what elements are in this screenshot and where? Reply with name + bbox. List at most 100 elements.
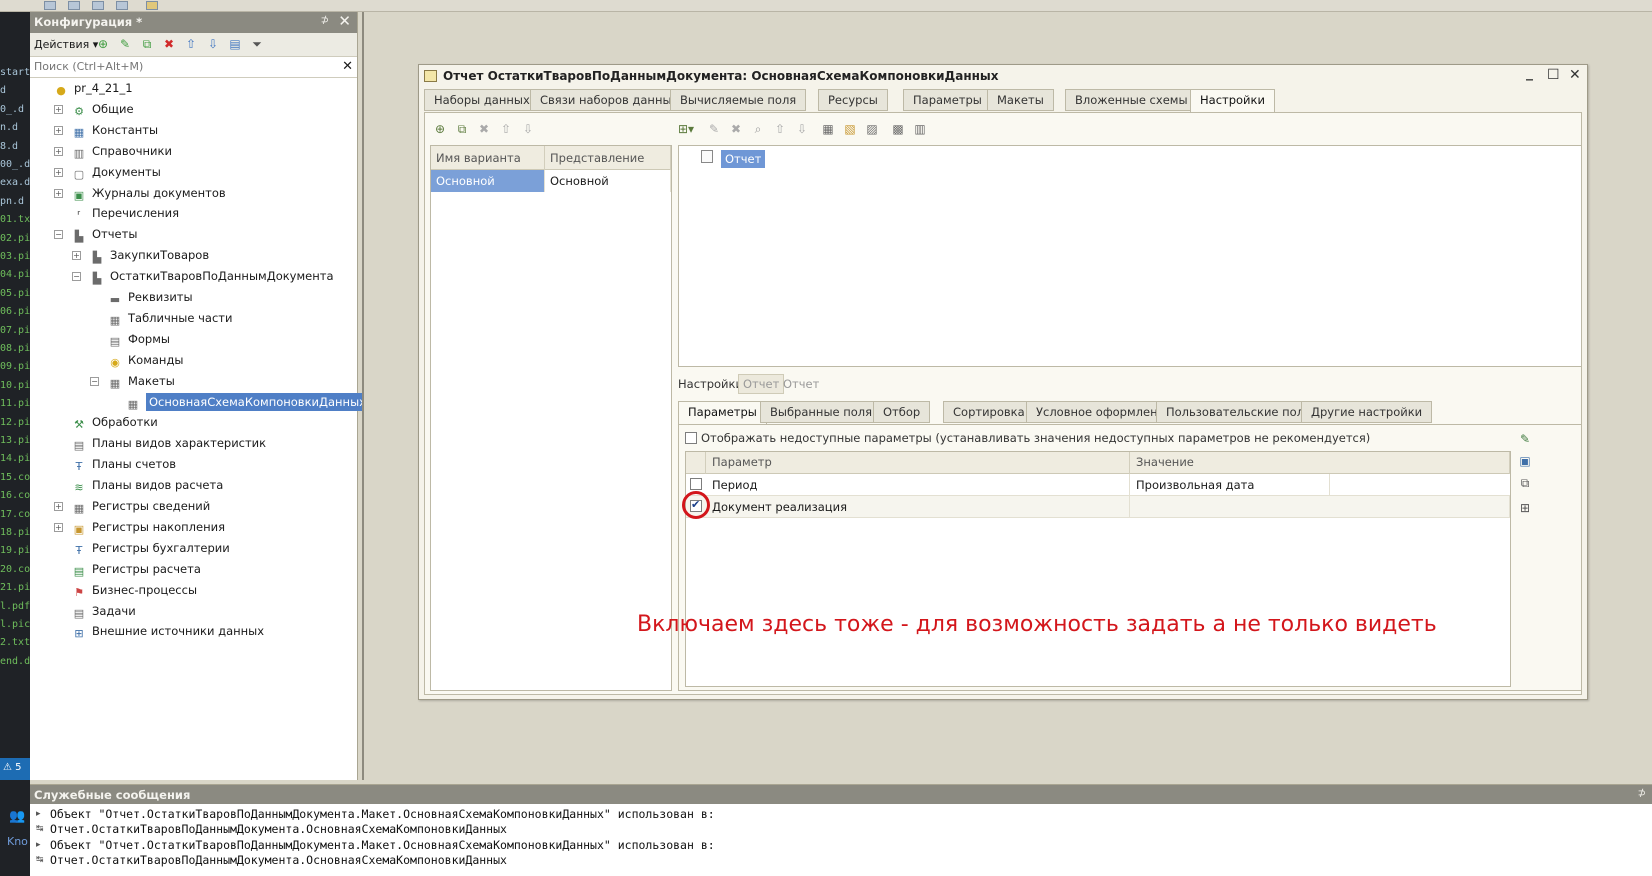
find-icon[interactable]: ⌕ xyxy=(750,121,766,137)
expand-icon[interactable]: + xyxy=(54,104,63,114)
tree-item[interactable]: ● pr_4_21_1 xyxy=(54,78,132,99)
file-item[interactable]: 18.pic. xyxy=(0,527,30,538)
expand-icon[interactable]: + xyxy=(54,125,63,135)
table-row[interactable]: Период Произвольная дата xyxy=(686,474,1510,496)
message-line[interactable]: Отчет.ОстаткиТваровПоДаннымДокумента.Осн… xyxy=(50,853,507,867)
tree-item[interactable]: ▬ Реквизиты xyxy=(108,287,193,308)
variant-name[interactable]: Основной xyxy=(431,170,545,192)
move-down-icon[interactable]: ⇩ xyxy=(520,121,536,137)
pin-icon[interactable]: ⊅ xyxy=(321,15,329,26)
file-item[interactable]: 02.pic. xyxy=(0,233,30,244)
message-line[interactable]: Объект "Отчет.ОстаткиТваровПоДаннымДокум… xyxy=(50,807,715,821)
file-item[interactable]: 15.coc xyxy=(0,472,30,483)
window-tab[interactable]: Связи наборов данных xyxy=(530,89,689,111)
delete-variant-icon[interactable]: ✖ xyxy=(476,121,492,137)
close-window-icon[interactable]: ✕ xyxy=(1569,67,1581,83)
toolbar-icon[interactable] xyxy=(92,1,104,10)
file-item[interactable]: 05.pic. xyxy=(0,288,30,299)
settings-tab[interactable]: Пользовательские поля xyxy=(1156,401,1321,423)
tree-item[interactable]: ⊞ Внешние источники данных xyxy=(72,621,264,642)
tree-item[interactable]: ≋ Планы видов расчета xyxy=(72,475,223,496)
tree-item[interactable]: ⚑ Бизнес-процессы xyxy=(72,580,197,601)
file-item[interactable]: l.pic.jr xyxy=(0,619,30,630)
parameter-value[interactable] xyxy=(1130,496,1510,518)
message-line[interactable]: Объект "Отчет.ОстаткиТваровПоДаннымДокум… xyxy=(50,838,715,852)
maximize-icon[interactable]: ☐ xyxy=(1547,67,1560,83)
parameter-value[interactable]: Произвольная дата xyxy=(1130,474,1330,496)
tree-item[interactable]: Ŧ Регистры бухгалтерии xyxy=(72,538,230,559)
group-icon[interactable]: ▦ xyxy=(820,121,836,137)
tree-item[interactable]: − ▙ ОстаткиТваровПоДаннымДокумента xyxy=(72,266,334,287)
tree-item[interactable]: ◉ Команды xyxy=(108,350,183,371)
tree-item[interactable]: + ▦ Регистры сведений xyxy=(54,496,210,517)
file-item[interactable]: 0_.d xyxy=(0,104,24,115)
move-up-icon[interactable]: ⇧ xyxy=(184,37,198,51)
tree-item[interactable]: + ▣ Регистры накопления xyxy=(54,517,225,538)
add-chart-icon[interactable]: ▥ xyxy=(912,121,928,137)
file-item[interactable]: 19.pic. xyxy=(0,545,30,556)
file-item[interactable]: 10.pic. xyxy=(0,380,30,391)
edit-icon[interactable]: ✎ xyxy=(706,121,722,137)
file-item[interactable]: 16.coc xyxy=(0,490,30,501)
copy-variant-icon[interactable]: ⧉ xyxy=(454,121,470,137)
file-item[interactable]: 06.pic. xyxy=(0,306,30,317)
settings-tab[interactable]: Выбранные поля xyxy=(760,401,883,423)
add-table-icon[interactable]: ▩ xyxy=(890,121,906,137)
file-item[interactable]: 2.txt.n xyxy=(0,637,30,648)
file-item[interactable]: 09.pic. xyxy=(0,361,30,372)
tree-item[interactable]: + ▙ ЗакупкиТоваров xyxy=(72,245,209,266)
edit-parameters-icon[interactable]: ✎ xyxy=(1517,431,1533,447)
copy-icon[interactable]: ⧉ xyxy=(140,37,154,51)
tree-item[interactable]: − ▦ Макеты xyxy=(90,371,175,392)
link-icon[interactable]: ↹ xyxy=(36,824,44,834)
parameter-settings-icon[interactable]: ▣ xyxy=(1517,453,1533,469)
file-item[interactable]: 8.d xyxy=(0,141,18,152)
settings-tab[interactable]: Параметры xyxy=(678,401,767,425)
settings-tab[interactable]: Другие настройки xyxy=(1301,401,1433,423)
link-icon[interactable]: ↹ xyxy=(36,855,44,865)
toolbar-icon[interactable] xyxy=(146,1,158,10)
file-item[interactable]: 03.pic. xyxy=(0,251,30,262)
file-item[interactable]: exa.d xyxy=(0,177,30,188)
file-item[interactable]: 20.coc xyxy=(0,564,30,575)
settings-chip-secondary[interactable]: Отчет xyxy=(783,377,819,391)
people-icon[interactable]: 👥 xyxy=(9,809,25,824)
expand-icon[interactable]: + xyxy=(54,502,63,511)
window-tab[interactable]: Настройки xyxy=(1190,89,1275,113)
delete-icon[interactable]: ✖ xyxy=(728,121,744,137)
move-up-icon[interactable]: ⇧ xyxy=(772,121,788,137)
column-header[interactable]: Представление xyxy=(545,146,671,170)
minimize-icon[interactable]: _ xyxy=(1526,65,1533,81)
tree-item[interactable]: ▦ Табличные части xyxy=(108,308,233,329)
show-unavailable-checkbox[interactable] xyxy=(685,432,697,444)
structure-node-report[interactable]: Отчет xyxy=(721,150,766,168)
tree-item[interactable]: + ▢ Документы xyxy=(54,162,161,183)
table-row[interactable]: Документ реализация xyxy=(686,496,1510,518)
file-item[interactable]: 13.pic. xyxy=(0,435,30,446)
filter-icon[interactable]: ⏷ xyxy=(250,37,264,51)
file-item[interactable]: 08.pic. xyxy=(0,343,30,354)
expand-icon[interactable]: + xyxy=(54,167,63,177)
window-tab[interactable]: Вычисляемые поля xyxy=(670,89,807,111)
file-item[interactable]: 04.pic. xyxy=(0,269,30,280)
tree-item[interactable]: Ŧ Планы счетов xyxy=(72,454,176,475)
expand-icon[interactable]: + xyxy=(72,251,81,261)
search-input[interactable] xyxy=(30,57,330,76)
add-grouping-icon[interactable]: ⊞▾ xyxy=(678,121,694,137)
tree-item[interactable]: ▤ Планы видов характеристик xyxy=(72,433,266,454)
tree-item[interactable]: ⸢ Перечисления xyxy=(72,203,179,224)
file-item[interactable]: 17.coc xyxy=(0,509,30,520)
file-item[interactable]: end.d xyxy=(0,656,30,667)
clear-search-icon[interactable]: ✕ xyxy=(342,59,353,74)
toolbar-icon[interactable] xyxy=(68,1,80,10)
tree-item[interactable]: ▤ Задачи xyxy=(72,601,136,622)
file-item[interactable]: 12.pic. xyxy=(0,417,30,428)
expand-icon[interactable]: + xyxy=(54,522,63,532)
file-item[interactable]: 07.pic. xyxy=(0,325,30,336)
move-up-icon[interactable]: ⇧ xyxy=(498,121,514,137)
file-item[interactable]: 01.txt. xyxy=(0,214,30,225)
parameter-name[interactable]: Документ реализация xyxy=(706,496,1130,518)
file-item[interactable]: 14.pic. xyxy=(0,453,30,464)
file-item[interactable]: n.d xyxy=(0,122,18,133)
tree-item[interactable]: ▤ Формы xyxy=(108,329,170,350)
